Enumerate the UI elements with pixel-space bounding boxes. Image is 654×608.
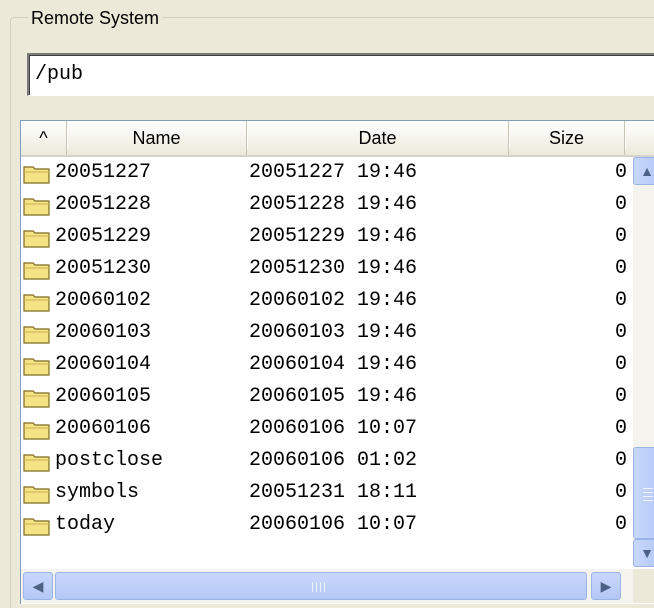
file-date: 20060105 19:46 xyxy=(249,385,418,408)
date-column-header[interactable]: Date xyxy=(247,121,510,155)
folder-icon xyxy=(23,518,50,536)
file-date: 20051228 19:46 xyxy=(249,193,418,216)
table-row[interactable]: 20060104 20060104 19:46 0 xyxy=(21,349,631,381)
file-size: 0 xyxy=(614,321,627,344)
file-name: 20060104 xyxy=(55,353,152,376)
file-size: 0 xyxy=(614,225,627,248)
scroll-corner xyxy=(633,569,654,603)
table-row[interactable]: postclose 20060106 01:02 0 xyxy=(21,445,631,477)
file-date: 20060102 19:46 xyxy=(249,289,418,312)
down-arrow-icon[interactable]: ▼ xyxy=(633,539,654,567)
file-date: 20051231 18:11 xyxy=(249,481,418,504)
folder-icon xyxy=(23,390,50,408)
file-name: postclose xyxy=(55,449,164,472)
folder-icon xyxy=(23,198,50,216)
file-name: 20060103 xyxy=(55,321,152,344)
file-size: 0 xyxy=(614,257,627,280)
file-size: 0 xyxy=(614,161,627,184)
file-date: 20060106 10:07 xyxy=(249,417,418,440)
folder-icon xyxy=(23,358,50,376)
vertical-scrollbar[interactable]: ▲ ▼ xyxy=(633,157,654,567)
file-date: 20051229 19:46 xyxy=(249,225,418,248)
horizontal-scrollbar[interactable]: ◀ ▶ xyxy=(21,569,654,603)
table-row[interactable]: 20060106 20060106 10:07 0 xyxy=(21,413,631,445)
file-name: 20051227 xyxy=(55,161,152,184)
file-date: 20060106 10:07 xyxy=(249,513,418,536)
table-row[interactable]: 20060102 20060102 19:46 0 xyxy=(21,285,631,317)
file-size: 0 xyxy=(614,449,627,472)
file-name: 20060105 xyxy=(55,385,152,408)
sort-column-header[interactable]: ^ xyxy=(21,121,68,155)
folder-icon xyxy=(23,422,50,440)
file-date: 20060106 01:02 xyxy=(249,449,418,472)
table-row[interactable]: 20051229 20051229 19:46 0 xyxy=(21,221,631,253)
table-row[interactable]: 20060103 20060103 19:46 0 xyxy=(21,317,631,349)
file-name: 20060102 xyxy=(55,289,152,312)
name-column-header[interactable]: Name xyxy=(67,121,248,155)
folder-icon xyxy=(23,326,50,344)
remote-file-list[interactable]: ^ Name Date Size 20051227 20051227 19:46 0… xyxy=(20,120,654,604)
right-arrow-icon[interactable]: ▶ xyxy=(591,572,621,600)
file-name: 20051228 xyxy=(55,193,152,216)
file-size: 0 xyxy=(614,417,627,440)
file-name: 20060106 xyxy=(55,417,152,440)
file-name: 20051229 xyxy=(55,225,152,248)
extra-column-header[interactable] xyxy=(625,121,654,155)
file-size: 0 xyxy=(614,385,627,408)
table-row[interactable]: symbols 20051231 18:11 0 xyxy=(21,477,631,509)
size-column-header[interactable]: Size xyxy=(509,121,626,155)
folder-icon xyxy=(23,230,50,248)
group-title: Remote System xyxy=(28,8,163,28)
file-name: today xyxy=(55,513,116,536)
file-size: 0 xyxy=(614,289,627,312)
table-row[interactable]: 20060105 20060105 19:46 0 xyxy=(21,381,631,413)
remote-path-input[interactable]: /pub xyxy=(27,53,654,96)
table-row[interactable]: 20051228 20051228 19:46 0 xyxy=(21,189,631,221)
file-date: 20060104 19:46 xyxy=(249,353,418,376)
folder-icon xyxy=(23,294,50,312)
vertical-scroll-thumb[interactable] xyxy=(633,447,654,539)
up-arrow-icon[interactable]: ▲ xyxy=(633,157,654,185)
table-row[interactable]: 20051227 20051227 19:46 0 xyxy=(21,157,631,189)
file-name: symbols xyxy=(55,481,140,504)
file-date: 20051230 19:46 xyxy=(249,257,418,280)
file-size: 0 xyxy=(614,481,627,504)
file-size: 0 xyxy=(614,193,627,216)
file-date: 20060103 19:46 xyxy=(249,321,418,344)
horizontal-scroll-thumb[interactable] xyxy=(55,572,587,600)
file-name: 20051230 xyxy=(55,257,152,280)
list-header: ^ Name Date Size xyxy=(21,121,654,157)
folder-icon xyxy=(23,166,50,184)
file-size: 0 xyxy=(614,353,627,376)
folder-icon xyxy=(23,454,50,472)
file-date: 20051227 19:46 xyxy=(249,161,418,184)
folder-icon xyxy=(23,486,50,504)
table-row[interactable]: today 20060106 10:07 0 xyxy=(21,509,631,541)
file-size: 0 xyxy=(614,513,627,536)
folder-icon xyxy=(23,262,50,280)
left-arrow-icon[interactable]: ◀ xyxy=(23,572,53,600)
table-row[interactable]: 20051230 20051230 19:46 0 xyxy=(21,253,631,285)
